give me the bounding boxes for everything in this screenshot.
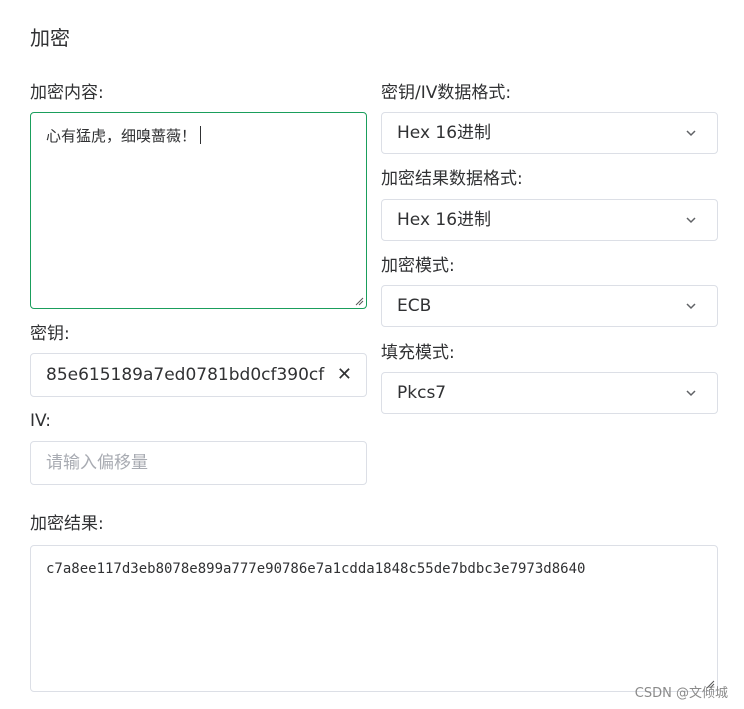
- iv-input[interactable]: 请输入偏移量: [30, 441, 367, 485]
- plaintext-value: 心有猛虎，细嗅蔷薇！: [46, 127, 197, 145]
- result-textarea[interactable]: c7a8ee117d3eb8078e899a777e90786e7a1cdda1…: [30, 545, 718, 692]
- key-label: 密钥:: [30, 324, 70, 344]
- chevron-down-icon: [686, 390, 696, 397]
- mode-value: ECB: [397, 296, 432, 316]
- plaintext-label: 加密内容:: [30, 83, 104, 103]
- iv-label: IV:: [30, 411, 51, 431]
- resize-handle-icon[interactable]: [354, 296, 364, 306]
- text-caret: [200, 126, 202, 144]
- result-format-label: 加密结果数据格式:: [381, 169, 523, 189]
- watermark: CSDN @文倾城: [634, 686, 728, 701]
- chevron-down-icon: [686, 130, 696, 137]
- result-format-select[interactable]: Hex 16进制: [381, 199, 718, 241]
- iv-placeholder: 请输入偏移量: [46, 453, 148, 473]
- mode-select[interactable]: ECB: [381, 285, 718, 327]
- result-value: c7a8ee117d3eb8078e899a777e90786e7a1cdda1…: [46, 561, 586, 577]
- key-iv-format-select[interactable]: Hex 16进制: [381, 112, 718, 154]
- plaintext-textarea[interactable]: 心有猛虎，细嗅蔷薇！: [30, 112, 367, 309]
- chevron-down-icon: [686, 217, 696, 224]
- key-iv-format-value: Hex 16进制: [397, 123, 492, 143]
- padding-label: 填充模式:: [381, 343, 455, 363]
- key-iv-format-label: 密钥/IV数据格式:: [381, 83, 512, 103]
- result-label: 加密结果:: [30, 514, 104, 534]
- key-input[interactable]: 85e615189a7ed0781bd0cf390cfd0 ✕: [30, 353, 367, 397]
- padding-select[interactable]: Pkcs7: [381, 372, 718, 414]
- result-format-value: Hex 16进制: [397, 210, 492, 230]
- padding-value: Pkcs7: [397, 383, 447, 403]
- section-title: 加密: [30, 26, 70, 50]
- key-value: 85e615189a7ed0781bd0cf390cfd0: [46, 365, 325, 385]
- clear-icon[interactable]: ✕: [337, 354, 352, 396]
- mode-label: 加密模式:: [381, 256, 455, 276]
- chevron-down-icon: [686, 303, 696, 310]
- encrypt-panel: 加密 加密内容: 心有猛虎，细嗅蔷薇！ 密钥: 85e615189a7ed078…: [0, 0, 744, 709]
